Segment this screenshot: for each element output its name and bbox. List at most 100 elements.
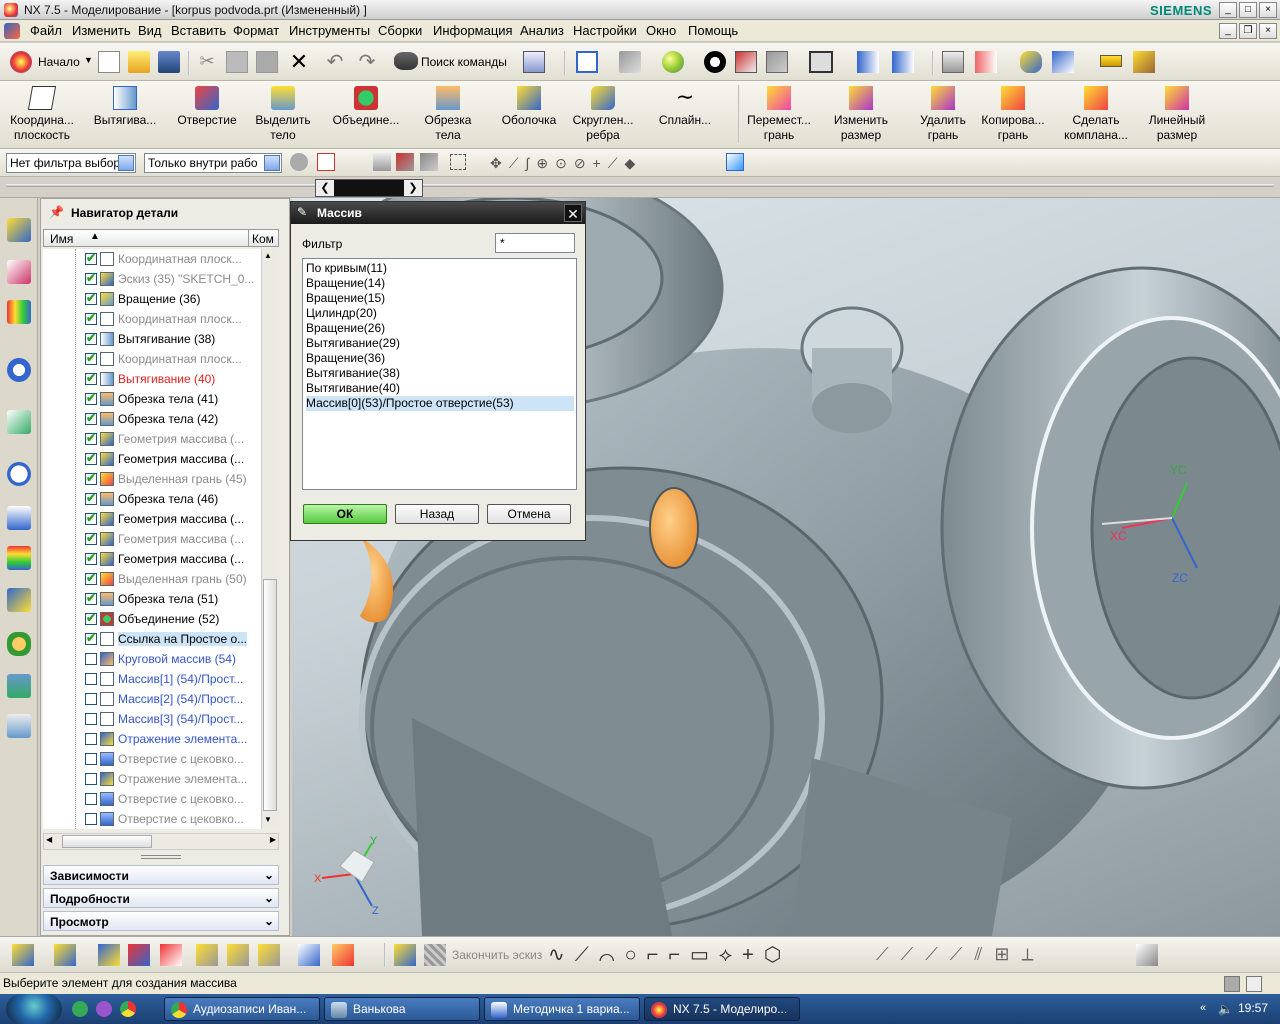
quick-pick-icon[interactable] [726,153,744,171]
measure-angle-icon[interactable] [1133,51,1155,73]
layout-icon[interactable] [7,714,31,738]
minimize-button[interactable]: _ [1219,2,1237,18]
status-window-icon[interactable] [1246,976,1262,992]
menu-information[interactable]: Информация [433,23,513,38]
tree-row[interactable]: Массив[2] (54)/Прост... [43,689,261,709]
start-button[interactable]: Начало [38,55,80,69]
column-comment[interactable]: Ком [252,232,274,246]
move-face-button[interactable]: Перемест... грань [744,84,814,144]
feature-list-item[interactable]: Цилиндр(20) [306,306,574,321]
tree-row[interactable]: Отражение элемента... [43,729,261,749]
feature-list[interactable]: По кривым(11) Вращение(14) Вращение(15) Цил… [302,258,577,490]
tree-row[interactable]: Вытягивание (40) [43,369,261,389]
column-divider[interactable] [248,230,249,246]
maximize-button[interactable]: □ [1239,2,1257,18]
tree-row[interactable]: Вытягивание (38) [43,329,261,349]
scrollbar-thumb[interactable] [62,835,152,848]
analysis-icon[interactable] [1020,51,1042,73]
menu-analysis[interactable]: Анализ [520,23,564,38]
tree-row[interactable]: Ссылка на Простое о... [43,629,261,649]
visibility-checkbox[interactable] [85,451,97,465]
select-features-icon[interactable] [317,153,335,171]
tree-row[interactable]: Координатная плоск... [43,349,261,369]
menu-edit[interactable]: Изменить [72,23,131,38]
sketch-settings-icon[interactable] [1136,944,1158,966]
fit-view-icon[interactable] [576,51,598,73]
start-icon[interactable] [10,51,32,73]
tree-row[interactable]: Отверстие с цековко... [43,809,261,829]
feature-list-item[interactable]: Массив[0](53)/Простое отверстие(53) [306,396,574,411]
visibility-checkbox[interactable] [85,653,97,665]
volume-icon[interactable]: 🔈 [1218,1002,1233,1016]
visibility-checkbox[interactable] [85,491,97,505]
sketch-curve-icons[interactable]: ∿⟋⌒○⌐⌐▭⟡+⬡ [548,942,791,967]
visibility-checkbox[interactable] [85,291,97,305]
taskbar-button-vankova[interactable]: Ванькова [324,997,480,1021]
visibility-checkbox[interactable] [85,673,97,685]
tree-row[interactable]: Обрезка тела (46) [43,489,261,509]
tree-row[interactable]: Эскиз (35) "SKETCH_0... [43,269,261,289]
layer-icon[interactable] [942,51,964,73]
pin-icon[interactable]: 📌 [49,205,64,219]
paste-icon[interactable] [256,51,278,73]
shaded-icon[interactable] [662,51,684,73]
visibility-checkbox[interactable] [85,331,97,345]
open-folder-icon[interactable] [128,51,150,73]
menu-window[interactable]: Окно [646,23,676,38]
delete-face-button[interactable]: Удалить грань [912,84,974,144]
visibility-checkbox[interactable] [85,753,97,765]
visibility-checkbox[interactable] [85,371,97,385]
visibility-checkbox[interactable] [85,511,97,525]
menu-help[interactable]: Помощь [688,23,738,38]
edge-display-icon[interactable] [704,51,726,73]
shell-button[interactable]: Оболочка [496,84,562,144]
binoculars-icon[interactable] [394,52,418,70]
visibility-checkbox[interactable] [85,713,97,725]
redo-icon[interactable]: ↷ [356,49,378,73]
tree-row[interactable]: Обрезка тела (42) [43,409,261,429]
tree-row[interactable]: Выделенная грань (50) [43,569,261,589]
visibility-checkbox[interactable] [85,251,97,265]
app-menu-icon[interactable] [4,23,20,39]
tree-row[interactable]: Объединение (52) [43,609,261,629]
general-selection-icon[interactable] [290,153,308,171]
scroll-up-icon[interactable]: ▲ [264,251,272,260]
feature-list-item[interactable]: Вытягивание(29) [306,336,574,351]
datum-plane-button[interactable]: Координа... плоскость [6,84,78,144]
type-filter-select[interactable]: Нет фильтра выбор [6,153,136,173]
tree-row[interactable]: Геометрия массива (... [43,449,261,469]
save-icon[interactable] [158,51,180,73]
menu-assemblies[interactable]: Сборки [378,23,422,38]
visibility-checkbox[interactable] [85,591,97,605]
scroll-down-icon[interactable]: ▼ [264,815,272,824]
feature-list-item[interactable]: Вращение(36) [306,351,574,366]
panel-dependencies[interactable]: Зависимости ⌄ [43,865,279,885]
move-object-icon[interactable] [857,51,879,73]
system-scenes-icon[interactable] [7,546,31,570]
back-button[interactable]: Назад [395,504,479,524]
dialog-title-bar[interactable]: ✎ Массив ✕ [291,202,585,224]
mirror-assembly-icon[interactable] [128,944,150,966]
command-search-button[interactable]: Поиск команды [421,55,507,69]
scroll-left-icon[interactable]: ◀ [46,835,52,844]
close-icon[interactable]: ✕ [564,204,582,222]
close-window-button[interactable]: × [1259,2,1277,18]
tray-chevron-icon[interactable]: « [1200,1002,1206,1014]
splitter-grip[interactable] [141,855,181,859]
undo-icon[interactable]: ↶ [324,49,346,73]
edge-blend-button[interactable]: Скруглен... ребра [570,84,636,144]
mate-icon[interactable] [98,944,120,966]
snap-icon[interactable] [1052,51,1074,73]
tree-row[interactable]: Отверстие с цековко... [43,789,261,809]
tree-row[interactable]: Выделенная грань (45) [43,469,261,489]
visibility-checkbox[interactable] [85,551,97,565]
tree-row[interactable]: Обрезка тела (41) [43,389,261,409]
delete-icon[interactable]: ✕ [288,49,310,74]
scroll-right-icon[interactable]: ▶ [270,835,276,844]
copy-icon[interactable] [226,51,248,73]
visibility-checkbox[interactable] [85,431,97,445]
linear-dimension-button[interactable]: Линейный размер [1144,84,1210,144]
select-body-icon[interactable] [373,153,391,171]
wave-icon[interactable] [258,944,280,966]
reposition-icon[interactable] [160,944,182,966]
